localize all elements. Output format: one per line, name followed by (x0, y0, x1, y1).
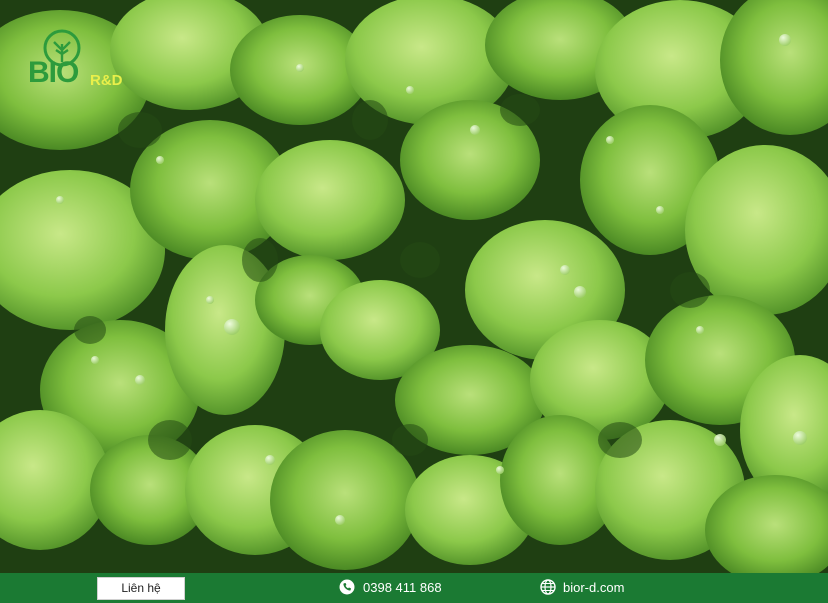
contact-button[interactable]: Liên hệ (97, 577, 185, 600)
logo-main-text: BIO (28, 56, 79, 89)
phone-icon (339, 579, 355, 595)
phone-contact[interactable]: 0398 411 868 (339, 579, 442, 595)
website-url: bior-d.com (563, 579, 625, 595)
website-link[interactable]: bior-d.com (540, 579, 624, 595)
footer-bar: Liên hệ 0398 411 868 bior-d.com (0, 573, 828, 603)
logo-sub-text: R&D (90, 72, 123, 89)
brand-logo: BIO R&D (22, 28, 152, 98)
globe-icon (540, 579, 556, 595)
phone-number: 0398 411 868 (363, 579, 442, 595)
